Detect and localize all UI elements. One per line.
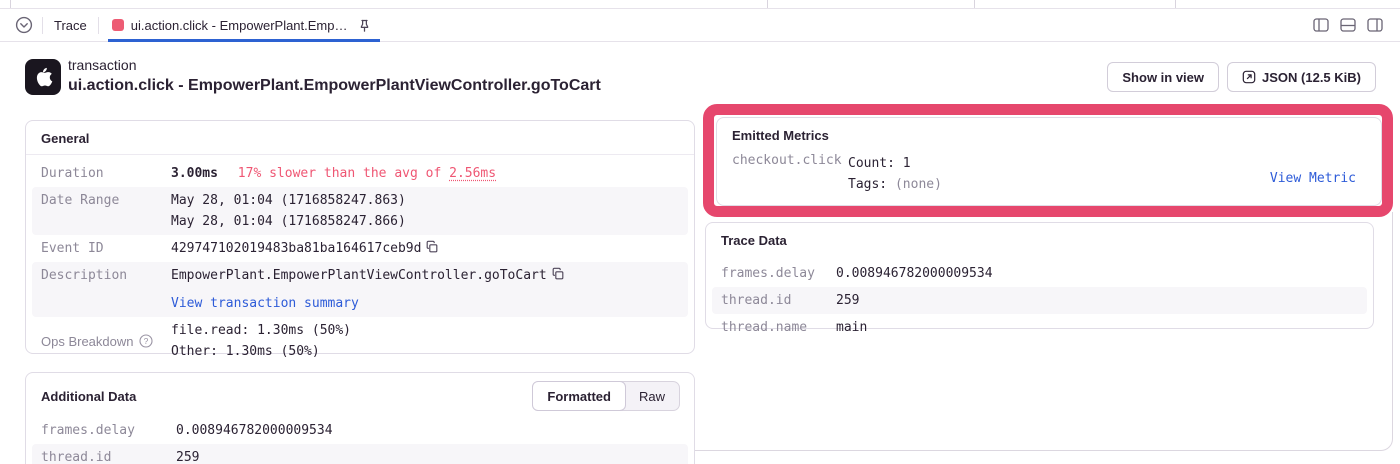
page-title: ui.action.click - EmpowerPlant.EmpowerPl… bbox=[68, 77, 601, 95]
event-id-value: 429747102019483ba81ba164617ceb9d bbox=[171, 241, 421, 256]
transaction-color-swatch-icon bbox=[112, 19, 124, 31]
view-transaction-summary-link[interactable]: View transaction summary bbox=[171, 293, 565, 314]
header-actions: Show in view JSON (12.5 KiB) bbox=[1107, 62, 1376, 92]
divider bbox=[98, 17, 99, 34]
tab-transaction[interactable]: ui.action.click - EmpowerPlant.Emp… bbox=[108, 9, 380, 41]
divider bbox=[974, 0, 975, 8]
copy-icon[interactable] bbox=[551, 267, 565, 281]
row-value: 259 bbox=[836, 290, 859, 311]
metric-count: Count: 1 bbox=[848, 153, 942, 174]
trace-detail-panel: Trace ui.action.click - EmpowerPlant.Emp… bbox=[0, 0, 1400, 464]
drawer-tab-bar: Trace ui.action.click - EmpowerPlant.Emp… bbox=[0, 9, 1400, 42]
divider bbox=[42, 17, 43, 34]
svg-text:?: ? bbox=[143, 336, 148, 346]
ops-breakdown-line: file.read: 1.30ms (50%) bbox=[171, 320, 351, 341]
collapse-chevron-button[interactable] bbox=[15, 16, 33, 34]
layout-panel-left-icon[interactable] bbox=[1312, 16, 1330, 34]
table-row-frames-delay: frames.delay 0.008946782000009534 bbox=[32, 417, 688, 444]
metric-tags-label: Tags: bbox=[848, 177, 887, 192]
row-value: 0.008946782000009534 bbox=[176, 420, 333, 441]
raw-toggle-button[interactable]: Raw bbox=[625, 382, 679, 410]
trace-data-card: Trace Data frames.delay 0.00894678200000… bbox=[705, 222, 1374, 329]
trace-data-title: Trace Data bbox=[706, 223, 1373, 256]
avg-duration-value[interactable]: 2.56ms bbox=[449, 166, 496, 181]
table-row-thread-id: thread.id 259 bbox=[712, 287, 1367, 314]
general-card-title: General bbox=[26, 121, 694, 155]
row-key: frames.delay bbox=[41, 420, 176, 441]
row-key: thread.name bbox=[721, 317, 836, 338]
additional-data-card: Additional Data Formatted Raw frames.del… bbox=[25, 372, 695, 464]
row-key: Event ID bbox=[41, 238, 171, 259]
tab-label: ui.action.click - EmpowerPlant.Emp… bbox=[131, 18, 348, 33]
emitted-metrics-card: Emitted Metrics checkout.click Count: 1 … bbox=[716, 117, 1382, 206]
additional-data-title: Additional Data bbox=[41, 389, 136, 404]
layout-toggle-group bbox=[1312, 16, 1384, 34]
apple-platform-icon bbox=[25, 59, 61, 95]
layout-panel-right-icon[interactable] bbox=[1366, 16, 1384, 34]
pin-icon[interactable] bbox=[357, 18, 372, 33]
layout-panel-bottom-icon[interactable] bbox=[1339, 16, 1357, 34]
row-value: 0.008946782000009534 bbox=[836, 263, 993, 284]
divider bbox=[10, 0, 11, 8]
chevron-down-circle-icon bbox=[15, 16, 33, 34]
question-circle-icon[interactable]: ? bbox=[139, 334, 153, 348]
duration-value: 3.00ms bbox=[171, 166, 218, 181]
json-button-label: JSON (12.5 KiB) bbox=[1262, 70, 1361, 85]
metric-name: checkout.click bbox=[732, 153, 848, 168]
event-type-label: transaction bbox=[68, 57, 136, 73]
json-download-button[interactable]: JSON (12.5 KiB) bbox=[1227, 62, 1376, 92]
table-row-description: Description EmpowerPlant.EmpowerPlantVie… bbox=[32, 262, 688, 317]
formatted-toggle-button[interactable]: Formatted bbox=[532, 381, 626, 411]
row-value: main bbox=[836, 317, 867, 338]
row-key: thread.id bbox=[41, 447, 176, 464]
date-range-end: May 28, 01:04 (1716858247.866) bbox=[171, 211, 406, 232]
row-key: Date Range bbox=[41, 190, 171, 211]
row-key: frames.delay bbox=[721, 263, 836, 284]
format-toggle: Formatted Raw bbox=[532, 381, 680, 411]
apple-logo-icon bbox=[31, 65, 55, 89]
table-row-duration: Duration 3.00ms 17% slower than the avg … bbox=[32, 160, 688, 187]
breadcrumb-trace[interactable]: Trace bbox=[52, 18, 89, 33]
row-value: 259 bbox=[176, 447, 199, 464]
divider bbox=[767, 0, 768, 8]
clipped-table-header-strip bbox=[0, 0, 1400, 9]
metric-tags-value: (none) bbox=[895, 177, 942, 192]
table-row-frames-delay: frames.delay 0.008946782000009534 bbox=[712, 260, 1367, 287]
row-key: Description bbox=[41, 265, 171, 286]
general-card: General Duration 3.00ms 17% slower than … bbox=[25, 120, 695, 354]
active-tab-underline bbox=[108, 39, 380, 42]
metric-values: Count: 1 Tags: (none) bbox=[848, 153, 942, 195]
table-row-date-range: Date Range May 28, 01:04 (1716858247.863… bbox=[32, 187, 688, 235]
row-key: thread.id bbox=[721, 290, 836, 311]
emitted-metrics-title: Emitted Metrics bbox=[717, 118, 1381, 151]
ops-breakdown-line: Other: 1.30ms (50%) bbox=[171, 341, 351, 362]
description-value: EmpowerPlant.EmpowerPlantViewController.… bbox=[171, 268, 547, 283]
copy-icon[interactable] bbox=[425, 240, 439, 254]
external-link-icon bbox=[1242, 70, 1256, 84]
date-range-start: May 28, 01:04 (1716858247.863) bbox=[171, 190, 406, 211]
row-key: Ops Breakdown ? bbox=[41, 331, 171, 352]
table-row-thread-id: thread.id 259 bbox=[32, 444, 688, 464]
table-row-thread-name: thread.name main bbox=[712, 314, 1367, 341]
view-metric-link[interactable]: View Metric bbox=[1270, 171, 1356, 186]
table-row-event-id: Event ID 429747102019483ba81ba164617ceb9… bbox=[32, 235, 688, 262]
row-key: Duration bbox=[41, 163, 171, 184]
duration-comparison: 17% slower than the avg of 2.56ms bbox=[238, 166, 496, 181]
table-row-ops-breakdown: Ops Breakdown ? file.read: 1.30ms (50%) … bbox=[32, 317, 688, 365]
show-in-view-button[interactable]: Show in view bbox=[1107, 62, 1219, 92]
divider bbox=[1175, 0, 1176, 8]
